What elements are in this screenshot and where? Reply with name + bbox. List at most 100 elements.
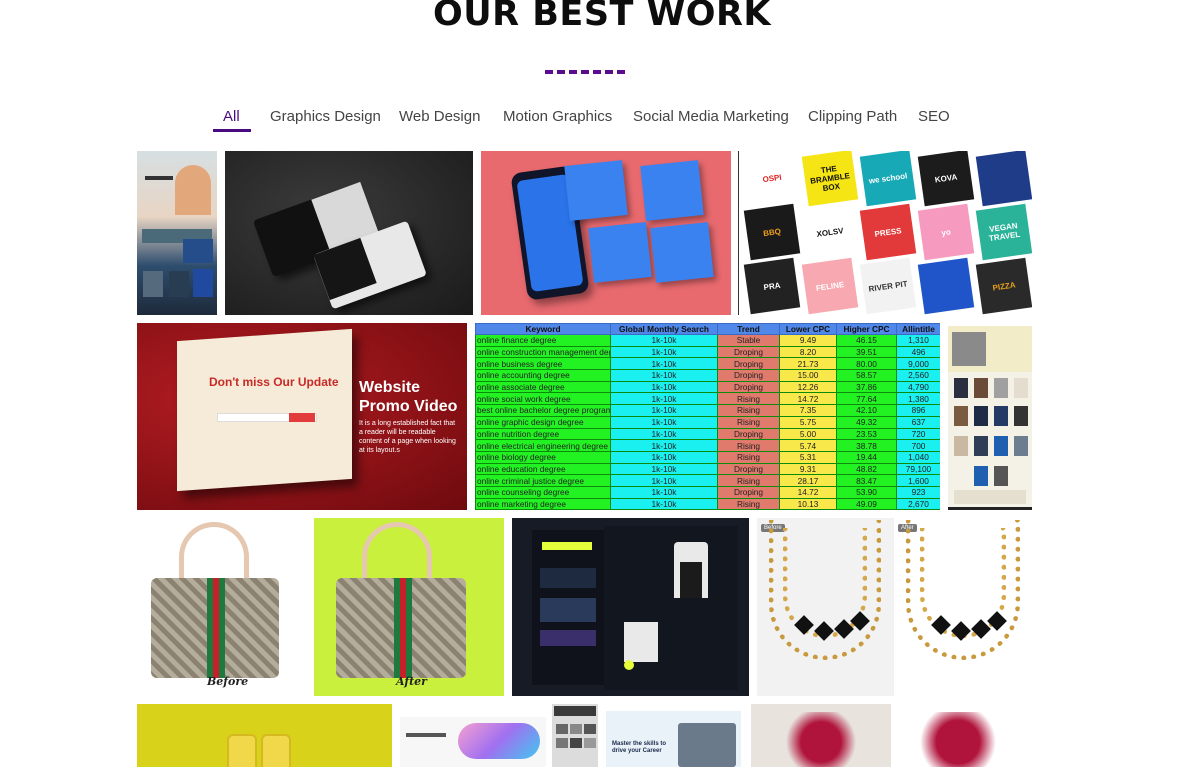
portfolio-item-website-promo-video[interactable]: Don't miss Our Update Website Promo Vide… (137, 323, 467, 510)
seo-table-cell: online associate degree (475, 380, 611, 394)
seo-table-cell: online accounting degree (475, 369, 611, 382)
seo-table-cell: online criminal justice degree (475, 474, 611, 487)
tab-web-design[interactable]: Web Design (399, 108, 480, 125)
portfolio-item-product-bottles[interactable] (137, 704, 392, 767)
portfolio-item-dark-website[interactable] (512, 518, 749, 696)
seo-table-cell: Rising (717, 497, 780, 510)
seo-table-cell: online social work degree (475, 392, 611, 406)
tab-all[interactable]: All (223, 108, 240, 125)
portfolio-item-flower-before[interactable] (751, 704, 891, 767)
seo-table-cell: 5.31 (779, 450, 837, 464)
seo-table-cell: Droping (717, 380, 780, 394)
seo-table-cell: 9.31 (779, 462, 837, 476)
seo-table-cell: 9.49 (779, 334, 837, 347)
seo-table-cell: Droping (717, 369, 780, 382)
seo-keyword-table: Keyword Global Monthly Search Trend Lower C… (475, 323, 940, 510)
seo-table-cell: 1k-10k (610, 380, 718, 394)
seo-table-cell: 2,560 (896, 369, 940, 382)
seo-table-cell: Stable (717, 334, 780, 347)
logo-sample: PIZZA (975, 257, 1032, 315)
seo-table-cell: 4,790 (896, 380, 940, 394)
logo-sample: yo (917, 203, 975, 261)
seo-table-cell: 1k-10k (610, 392, 718, 406)
portfolio-item-web-education[interactable]: Master the skills to drive your Career (606, 711, 741, 767)
seo-table-cell: Rising (717, 474, 780, 487)
seo-table-cell: 1k-10k (610, 427, 718, 441)
seo-table-cell: 28.17 (779, 474, 837, 487)
section-title: OUR BEST WORK (432, 0, 772, 34)
portfolio-item-clipping-before[interactable]: Before (137, 518, 314, 696)
seo-table-cell: 1,600 (896, 474, 940, 487)
seo-table-cell: Droping (717, 462, 780, 476)
table-row: online social work degree 1k-10k Rising 14.… (475, 392, 940, 406)
tab-motion-graphics[interactable]: Motion Graphics (503, 108, 612, 125)
table-row: online accounting degree 1k-10k Droping 15.… (475, 369, 940, 382)
seo-table-cell: Rising (717, 415, 780, 429)
seo-table-cell: 1,040 (896, 450, 940, 464)
active-tab-indicator (213, 129, 251, 132)
seo-table-cell: 1k-10k (610, 357, 718, 371)
before-label: Before (207, 675, 249, 688)
seo-table-cell: 7.35 (779, 404, 837, 417)
portfolio-item-web-landing-gradient[interactable] (400, 711, 546, 767)
tab-social-media-marketing[interactable]: Social Media Marketing (633, 108, 789, 125)
seo-table-cell: 49.09 (836, 497, 897, 510)
table-row: online counseling degree 1k-10k Droping 14.… (475, 485, 940, 499)
seo-table-cell: 8.20 (779, 345, 837, 359)
portfolio-item-seo-keyword-research[interactable]: Keyword Global Monthly Search Trend Lower C… (475, 323, 940, 510)
seo-table-cell: 83.47 (836, 474, 897, 487)
portfolio-item-business-card[interactable] (225, 151, 473, 315)
seo-table-cell: 48.82 (836, 462, 897, 476)
seo-table-cell: 1k-10k (610, 439, 718, 452)
seo-table-cell: 1k-10k (610, 404, 718, 417)
seo-table-cell: 1k-10k (610, 474, 718, 487)
tab-seo[interactable]: SEO (918, 108, 950, 125)
portfolio-item-web-gallery[interactable] (552, 704, 598, 767)
after-label: After (396, 675, 427, 688)
tab-clipping-path[interactable]: Clipping Path (808, 108, 897, 125)
seo-table-cell: online graphic design degree (475, 415, 611, 429)
seo-table-cell: 21.73 (779, 357, 837, 371)
seo-table-cell: 637 (896, 415, 940, 429)
seo-table-cell: online electrical engineering degree (475, 439, 611, 452)
seo-table-cell: 77.64 (836, 392, 897, 406)
logo-sample: RIVER PIT (859, 257, 917, 315)
seo-table-cell: Rising (717, 450, 780, 464)
seo-table-cell: 923 (896, 485, 940, 499)
seo-table-cell: 10.13 (779, 497, 837, 510)
seo-table-cell: 5.74 (779, 439, 837, 452)
seo-table-cell: Droping (717, 485, 780, 499)
portfolio-item-necklace-after[interactable]: After (894, 518, 1032, 696)
logo-sample: THE BRAMBLE BOX (801, 151, 859, 207)
seo-table-cell: 53.90 (836, 485, 897, 499)
portfolio-item-necklace-before[interactable]: Before (757, 518, 894, 696)
logo-sample: VEGAN TRAVEL (975, 203, 1032, 261)
portfolio-item-flower-after[interactable] (893, 704, 1032, 767)
logo-sample: KOVA (917, 151, 975, 207)
logo-sample: OSPI (743, 151, 801, 207)
seo-table-cell: 15.00 (779, 369, 837, 382)
table-row: online construction management degree 1k-… (475, 345, 940, 359)
table-row: best online bachelor degree programs 1k-1… (475, 404, 940, 417)
seo-table-header: Allintitle (896, 323, 940, 335)
seo-table-cell: Rising (717, 392, 780, 406)
seo-table-cell: 1k-10k (610, 450, 718, 464)
portfolio-item-logo-collection[interactable]: OSPI THE BRAMBLE BOX we school KOVA BBQ XOLSV… (738, 151, 1032, 315)
seo-table-cell: 42.10 (836, 404, 897, 417)
logo-sample: BBQ (743, 203, 801, 261)
logo-sample (975, 151, 1032, 207)
portfolio-item-travel-app[interactable] (137, 151, 217, 315)
tab-graphics-design[interactable]: Graphics Design (270, 108, 381, 125)
seo-table-cell: 23.53 (836, 427, 897, 441)
seo-table-cell: 1k-10k (610, 415, 718, 429)
portfolio-item-fashion-shop[interactable] (948, 326, 1032, 510)
promo-description: It is a long established fact that a rea… (359, 420, 456, 454)
portfolio-item-social-media-design[interactable] (481, 151, 731, 315)
seo-table-cell: online nutrition degree (475, 427, 611, 441)
portfolio-item-clipping-after[interactable]: After (314, 518, 504, 696)
seo-table-cell: online biology degree (475, 450, 611, 464)
seo-table-cell: online business degree (475, 357, 611, 371)
seo-table-cell: online construction management degree (475, 345, 611, 359)
seo-table-header: Higher CPC (836, 323, 897, 335)
seo-table-cell: online marketing degree (475, 497, 611, 510)
